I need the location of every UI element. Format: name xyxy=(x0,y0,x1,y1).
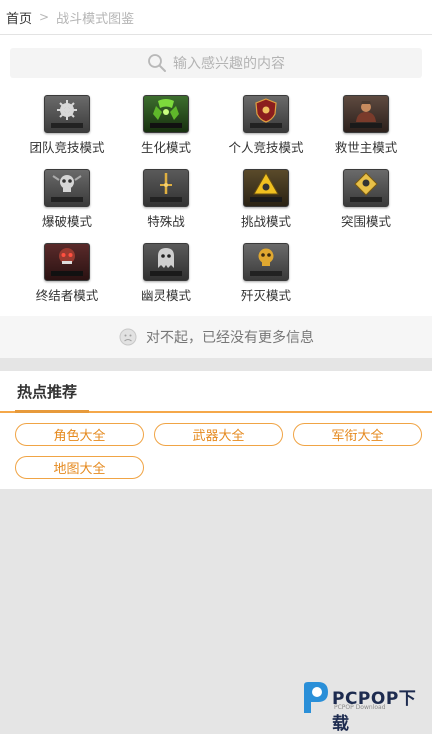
no-more-text: 对不起，已经没有更多信息 xyxy=(146,330,314,346)
hot-section: 热点推荐 角色大全 武器大全 军衔大全 地图大全 xyxy=(0,371,432,489)
mech-skull-icon xyxy=(44,243,90,281)
mode-label: 生化模式 xyxy=(140,140,191,155)
breadcrumb-current: 战斗模式图鉴 xyxy=(56,11,135,27)
hot-tag-weapons[interactable]: 武器大全 xyxy=(154,423,283,446)
mode-item-challenge[interactable]: 挑战模式 xyxy=(216,169,316,230)
breadcrumb-home[interactable]: 首页 xyxy=(6,8,32,27)
shield-emblem-icon xyxy=(243,95,289,133)
breadcrumb-separator: > xyxy=(39,10,50,24)
mode-item-ghost[interactable]: 幽灵模式 xyxy=(116,243,216,304)
gear-emblem-icon xyxy=(44,95,90,133)
mode-item-bio[interactable]: 生化模式 xyxy=(116,95,216,156)
biohazard-icon xyxy=(143,95,189,133)
mode-item-demolition[interactable]: 爆破模式 xyxy=(17,169,117,230)
mode-label: 歼灭模式 xyxy=(240,288,291,303)
ghost-icon xyxy=(143,243,189,281)
soldier-icon xyxy=(343,95,389,133)
mode-label: 救世主模式 xyxy=(334,140,398,155)
search-input[interactable]: 输入感兴趣的内容 xyxy=(10,48,422,78)
diamond-skull-icon xyxy=(343,169,389,207)
hazard-triangle-icon xyxy=(243,169,289,207)
watermark: PCPOP下载 PCPOP Download xyxy=(300,681,430,734)
mode-label: 团队竞技模式 xyxy=(29,140,105,155)
sad-face-icon xyxy=(118,327,138,347)
mode-item-special[interactable]: 特殊战 xyxy=(116,169,216,230)
gold-skull-icon xyxy=(243,243,289,281)
mode-item-terminator[interactable]: 终结者模式 xyxy=(17,243,117,304)
mode-label: 爆破模式 xyxy=(41,214,92,229)
pcpop-logo-icon xyxy=(304,682,328,713)
watermark-sub: PCPOP Download xyxy=(334,704,386,711)
no-more-banner: 对不起，已经没有更多信息 xyxy=(0,316,432,358)
hot-tag-characters[interactable]: 角色大全 xyxy=(15,423,144,446)
hot-header: 热点推荐 xyxy=(0,371,432,413)
mode-label: 终结者模式 xyxy=(35,288,99,303)
mode-item-savior[interactable]: 救世主模式 xyxy=(316,95,416,156)
search-placeholder: 输入感兴趣的内容 xyxy=(173,56,285,72)
crossed-swords-icon xyxy=(143,169,189,207)
mode-label: 个人竞技模式 xyxy=(228,140,304,155)
hot-tag-ranks[interactable]: 军衔大全 xyxy=(293,423,422,446)
hot-title: 热点推荐 xyxy=(17,383,78,401)
hot-tag-maps[interactable]: 地图大全 xyxy=(15,456,144,479)
mode-item-solo[interactable]: 个人竞技模式 xyxy=(216,95,316,156)
mode-label: 突围模式 xyxy=(340,214,391,229)
mode-item-breakout[interactable]: 突围模式 xyxy=(316,169,416,230)
mode-item-team[interactable]: 团队竞技模式 xyxy=(17,95,117,156)
breadcrumb: 首页 > 战斗模式图鉴 xyxy=(0,0,432,35)
mode-item-annihilation[interactable]: 歼灭模式 xyxy=(216,243,316,304)
mode-label: 幽灵模式 xyxy=(140,288,191,303)
mode-label: 挑战模式 xyxy=(240,214,291,229)
mode-label: 特殊战 xyxy=(147,214,185,229)
skull-emblem-icon xyxy=(44,169,90,207)
search-icon xyxy=(147,53,167,73)
hot-title-underline xyxy=(15,410,89,413)
